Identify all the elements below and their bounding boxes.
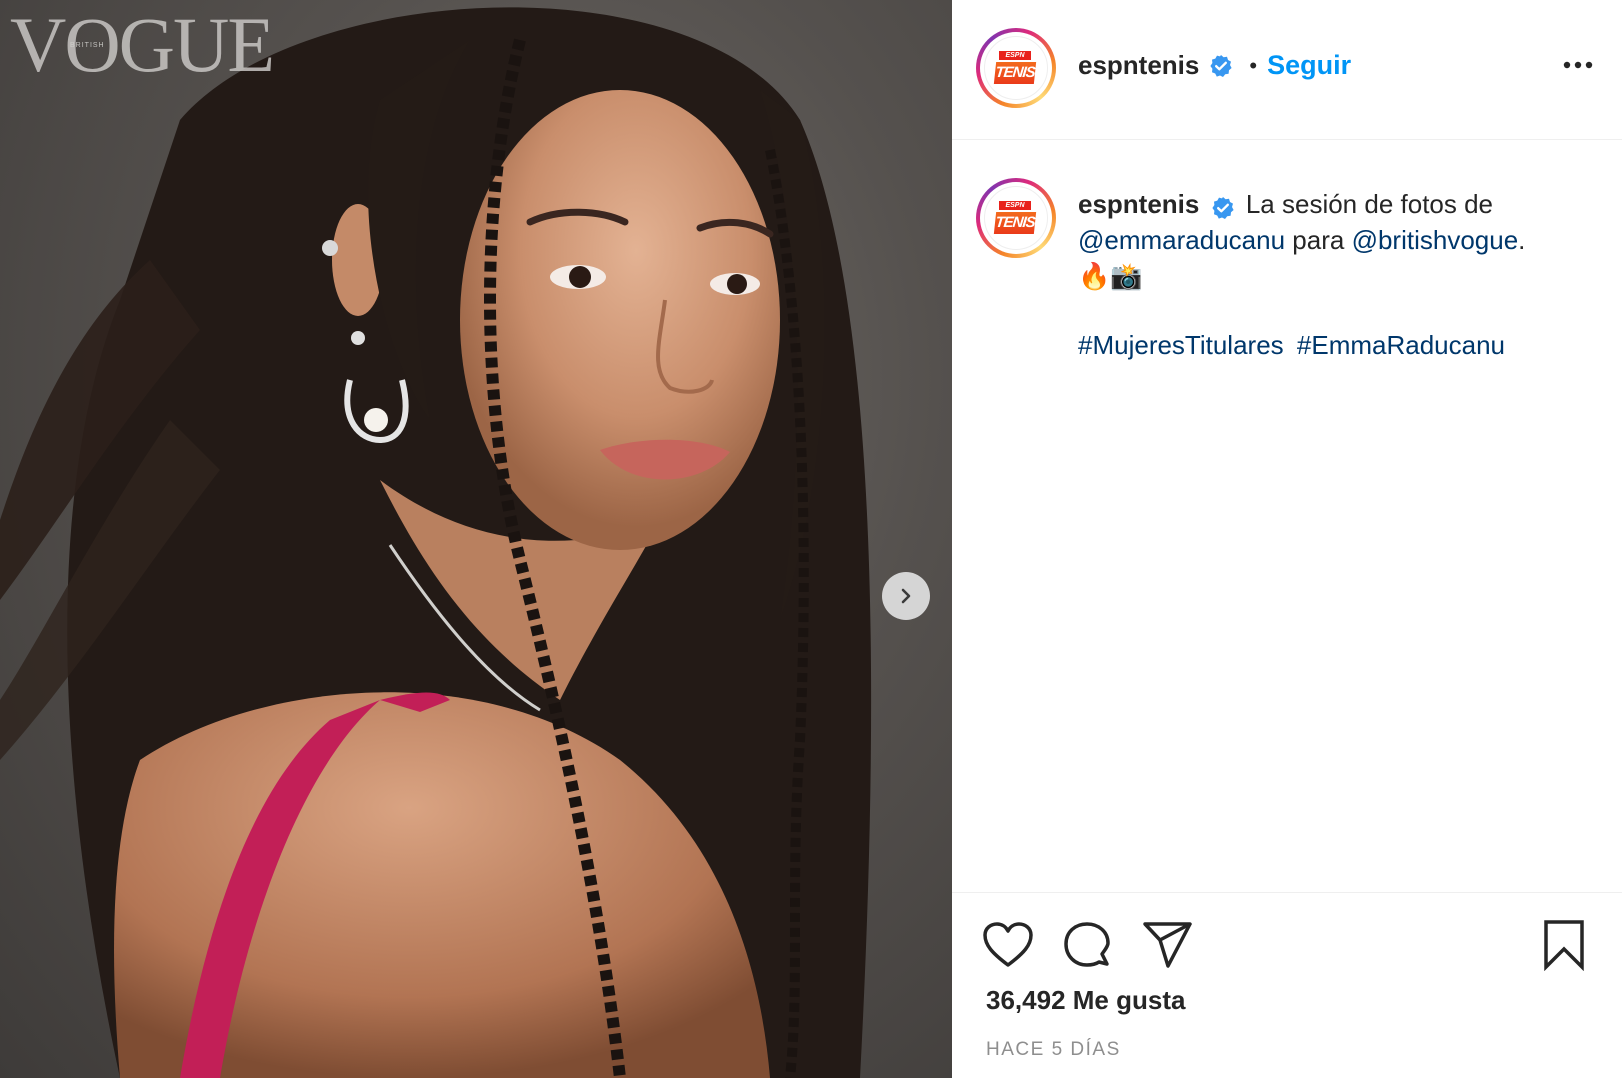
vogue-watermark: VOGUE [10,1,275,88]
comment-button[interactable] [1062,921,1112,976]
caption-text-1: La sesión de fotos de [1245,189,1494,219]
comment-icon [1064,922,1110,967]
header-separator: • [1249,52,1258,78]
mention-britishvogue[interactable]: @britishvogue [1352,225,1519,255]
post-timestamp[interactable]: HACE 5 DÍAS [986,1039,1121,1061]
more-options-icon [1563,61,1593,69]
caption-hashtags: #MujeresTitulares #EmmaRaducanu [1078,330,1511,361]
mention-emmaraducanu[interactable]: @emmaraducanu [1078,225,1285,255]
espn-logo-main: TENIS [993,62,1037,84]
hashtag-mujerestitulares[interactable]: #MujeresTitulares [1078,330,1284,360]
share-button[interactable] [1142,921,1194,974]
post-caption: espntenis La sesión de fotos de @emmarad… [1078,186,1588,294]
hashtag-emmaraducanu[interactable]: #EmmaRaducanu [1297,330,1505,360]
save-button[interactable] [1542,919,1586,976]
post-photo[interactable]: VOGUE BRITISH [0,0,952,1078]
verified-badge-icon [1212,196,1234,219]
vogue-watermark-sub: BRITISH [70,42,105,49]
caption-text-2: para [1292,225,1345,255]
caption-emojis: 🔥📸 [1078,261,1143,291]
more-options-button[interactable] [1562,58,1594,76]
espn-logo-top: ESPN [999,201,1031,210]
portrait-illustration [0,7,872,1078]
like-button[interactable] [982,921,1034,974]
avatar[interactable]: ESPN TENIS [976,28,1056,108]
caption-username[interactable]: espntenis [1078,189,1199,219]
bookmark-icon [1544,920,1584,972]
verified-badge-icon [1210,54,1232,77]
post-side-panel: ESPN TENIS espntenis • Seguir ESPN TENIS… [952,0,1622,1078]
next-photo-button[interactable] [882,572,930,620]
post-actions: 36,492 Me gusta HACE 5 DÍAS [952,892,1622,1078]
caption-avatar[interactable]: ESPN TENIS [976,178,1056,258]
post-header: ESPN TENIS espntenis • Seguir [952,0,1622,140]
follow-button[interactable]: Seguir [1267,50,1351,81]
chevron-right-icon [901,588,911,604]
send-icon [1143,922,1192,968]
header-username[interactable]: espntenis [1078,50,1199,81]
espn-logo-main: TENIS [993,212,1037,234]
espn-logo-top: ESPN [999,51,1031,60]
caption-text-3: . [1518,225,1526,255]
heart-icon [983,922,1033,967]
like-count[interactable]: 36,492 Me gusta [986,985,1185,1016]
